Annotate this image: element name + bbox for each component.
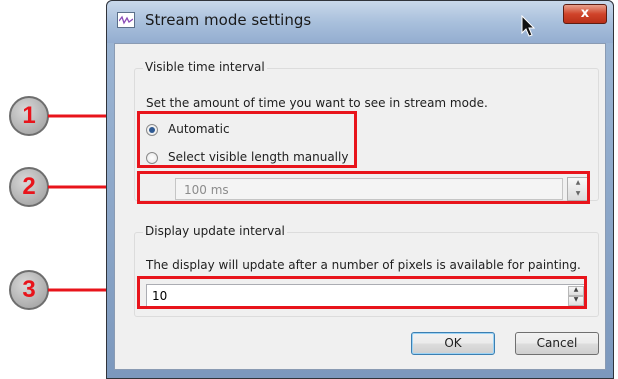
display-update-interval-title: Display update interval [143,224,287,238]
window-title: Stream mode settings [145,11,312,29]
highlight-box-visible-length [137,171,590,204]
callout-badge-3: 3 [9,270,49,310]
title-bar[interactable]: Stream mode settings x [107,1,613,43]
cancel-button[interactable]: Cancel [515,332,599,355]
dialog-client-area: Visible time interval Set the amount of … [114,43,606,370]
callout-badge-1: 1 [9,96,49,136]
close-button[interactable]: x [563,4,607,24]
update-description: The display will update after a number o… [146,258,581,272]
waveform-icon [117,12,135,28]
highlight-box-pixel-count [137,276,587,309]
highlight-box-radio-options [137,111,357,168]
ok-button[interactable]: OK [411,332,495,355]
visible-description: Set the amount of time you want to see i… [146,96,488,110]
callout-badge-2: 2 [9,167,49,207]
visible-time-interval-title: Visible time interval [143,60,267,74]
mouse-pointer-icon [521,15,535,37]
